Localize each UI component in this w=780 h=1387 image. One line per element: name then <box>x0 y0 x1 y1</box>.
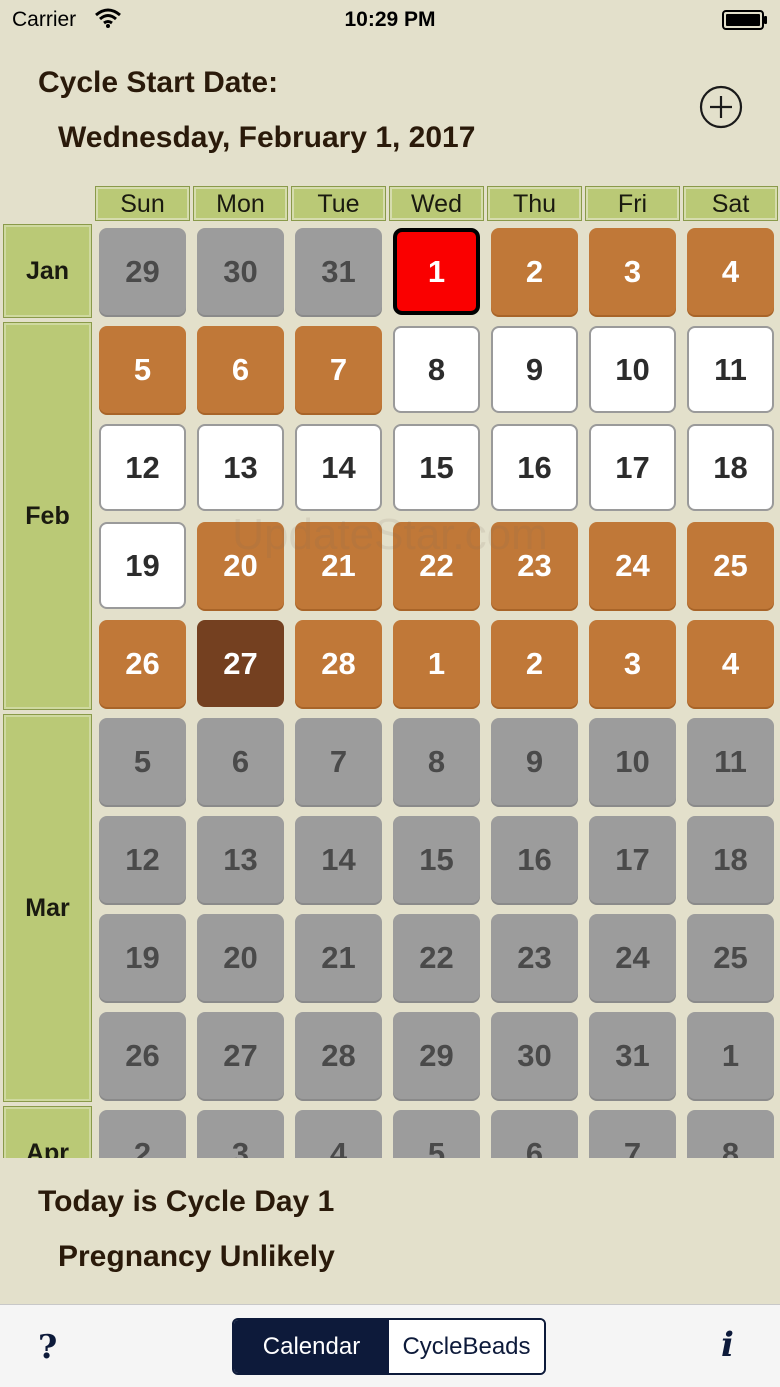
calendar-day-cell[interactable]: 5 <box>393 1110 480 1158</box>
calendar-day-cell[interactable]: 13 <box>197 816 284 903</box>
calendar-day-cell[interactable]: 5 <box>99 718 186 805</box>
add-cycle-button[interactable] <box>699 85 743 129</box>
calendar-day-cell[interactable]: 14 <box>295 816 382 903</box>
calendar-day-cell[interactable]: 25 <box>687 914 774 1001</box>
status-time: 10:29 PM <box>344 8 436 31</box>
weekday-header-mon: Mon <box>193 186 288 221</box>
weekday-header-sun: Sun <box>95 186 190 221</box>
calendar-day-cell[interactable]: 6 <box>197 326 284 413</box>
calendar-day-cell[interactable]: 18 <box>687 816 774 903</box>
calendar-day-cell[interactable]: 12 <box>99 424 186 511</box>
calendar-day-cell[interactable]: 29 <box>393 1012 480 1099</box>
calendar-day-cell[interactable]: 24 <box>589 914 676 1001</box>
weekday-header-tue: Tue <box>291 186 386 221</box>
calendar-day-cell[interactable]: 14 <box>295 424 382 511</box>
calendar-day-cell[interactable]: 8 <box>687 1110 774 1158</box>
calendar-day-cell[interactable]: 16 <box>491 424 578 511</box>
calendar-day-cell[interactable]: 24 <box>589 522 676 609</box>
calendar-day-cell[interactable]: 2 <box>99 1110 186 1158</box>
calendar-day-cell[interactable]: 20 <box>197 522 284 609</box>
calendar-day-cell[interactable]: 13 <box>197 424 284 511</box>
calendar-day-cell[interactable]: 27 <box>197 1012 284 1099</box>
calendar-day-cell[interactable]: 4 <box>687 620 774 707</box>
calendar-day-cell[interactable]: 7 <box>295 718 382 805</box>
calendar-day-cell[interactable]: 2 <box>491 228 578 315</box>
cycle-start-title: Cycle Start Date: <box>38 66 279 99</box>
calendar-grid: Sun Mon Tue Wed Thu Fri Sat Jan Feb Mar Apr 29 30 31 1… <box>0 180 780 1158</box>
calendar-day-cell[interactable]: 3 <box>589 228 676 315</box>
calendar-day-cell[interactable]: 21 <box>295 914 382 1001</box>
calendar-day-cell[interactable]: 18 <box>687 424 774 511</box>
calendar-day-cell[interactable]: 30 <box>491 1012 578 1099</box>
calendar-day-cell[interactable]: 12 <box>99 816 186 903</box>
calendar-day-cell[interactable]: 9 <box>491 326 578 413</box>
calendar-day-cell[interactable]: 26 <box>99 620 186 707</box>
tab-calendar[interactable]: Calendar <box>234 1320 389 1373</box>
calendar-day-cell[interactable]: 28 <box>295 1012 382 1099</box>
calendar-day-cell[interactable]: 1 <box>393 228 480 315</box>
cycle-day-label: Today is Cycle Day 1 <box>38 1185 335 1218</box>
calendar-day-cell[interactable]: 26 <box>99 1012 186 1099</box>
calendar-day-cell[interactable]: 21 <box>295 522 382 609</box>
calendar-day-cell[interactable]: 8 <box>393 326 480 413</box>
calendar-day-cell[interactable]: 31 <box>295 228 382 315</box>
calendar-day-cell[interactable]: 4 <box>295 1110 382 1158</box>
calendar-day-cell[interactable]: 8 <box>393 718 480 805</box>
calendar-day-cell[interactable]: 11 <box>687 718 774 805</box>
tab-bar: ? Calendar CycleBeads i <box>0 1304 780 1387</box>
calendar-day-cell[interactable]: 19 <box>99 914 186 1001</box>
calendar-day-cell[interactable]: 23 <box>491 522 578 609</box>
calendar-day-cell[interactable]: 16 <box>491 816 578 903</box>
battery-icon <box>722 10 767 30</box>
calendar-day-cell[interactable]: 22 <box>393 522 480 609</box>
calendar-day-cell[interactable]: 7 <box>589 1110 676 1158</box>
calendar-day-cell[interactable]: 15 <box>393 816 480 903</box>
calendar-day-cell[interactable]: 10 <box>589 326 676 413</box>
weekday-header-thu: Thu <box>487 186 582 221</box>
calendar-day-cell[interactable]: 4 <box>687 228 774 315</box>
weekday-header-fri: Fri <box>585 186 680 221</box>
calendar-day-cell[interactable]: 31 <box>589 1012 676 1099</box>
calendar-day-cell[interactable]: 23 <box>491 914 578 1001</box>
cycle-status-panel: Today is Cycle Day 1 Pregnancy Unlikely <box>0 1158 780 1304</box>
calendar-day-cell[interactable]: 6 <box>491 1110 578 1158</box>
calendar-day-cell[interactable]: 15 <box>393 424 480 511</box>
info-button[interactable]: i <box>721 1325 734 1365</box>
calendar-day-cell[interactable]: 2 <box>491 620 578 707</box>
month-label-jan: Jan <box>3 224 92 318</box>
weekday-header-sat: Sat <box>683 186 778 221</box>
help-button[interactable]: ? <box>38 1327 57 1366</box>
cycle-start-date[interactable]: Wednesday, February 1, 2017 <box>58 121 475 155</box>
calendar-day-cell[interactable]: 9 <box>491 718 578 805</box>
calendar-day-cell[interactable]: 27 <box>197 620 284 707</box>
calendar-day-cell[interactable]: 20 <box>197 914 284 1001</box>
calendar-day-cell[interactable]: 25 <box>687 522 774 609</box>
calendar-day-cell[interactable]: 1 <box>393 620 480 707</box>
calendar-day-cell[interactable]: 10 <box>589 718 676 805</box>
weekday-header-wed: Wed <box>389 186 484 221</box>
status-bar: Carrier 10:29 PM <box>0 0 780 40</box>
view-switcher: Calendar CycleBeads <box>232 1318 546 1375</box>
calendar-day-cell[interactable]: 28 <box>295 620 382 707</box>
calendar-day-cell[interactable]: 19 <box>99 522 186 609</box>
calendar-day-cell[interactable]: 5 <box>99 326 186 413</box>
calendar-day-cell[interactable]: 7 <box>295 326 382 413</box>
month-label-apr: Apr <box>3 1106 92 1158</box>
calendar-day-cell[interactable]: 17 <box>589 816 676 903</box>
calendar-day-cell[interactable]: 3 <box>589 620 676 707</box>
month-label-feb: Feb <box>3 322 92 710</box>
calendar-day-cell[interactable]: 30 <box>197 228 284 315</box>
calendar-day-cell[interactable]: 17 <box>589 424 676 511</box>
fertility-status: Pregnancy Unlikely <box>58 1240 335 1273</box>
calendar-day-cell[interactable]: 22 <box>393 914 480 1001</box>
tab-cyclebeads[interactable]: CycleBeads <box>389 1320 544 1373</box>
month-label-mar: Mar <box>3 714 92 1102</box>
calendar-day-cell[interactable]: 3 <box>197 1110 284 1158</box>
calendar-day-cell[interactable]: 29 <box>99 228 186 315</box>
calendar-day-cell[interactable]: 1 <box>687 1012 774 1099</box>
calendar-day-cell[interactable]: 6 <box>197 718 284 805</box>
calendar-day-cell[interactable]: 11 <box>687 326 774 413</box>
